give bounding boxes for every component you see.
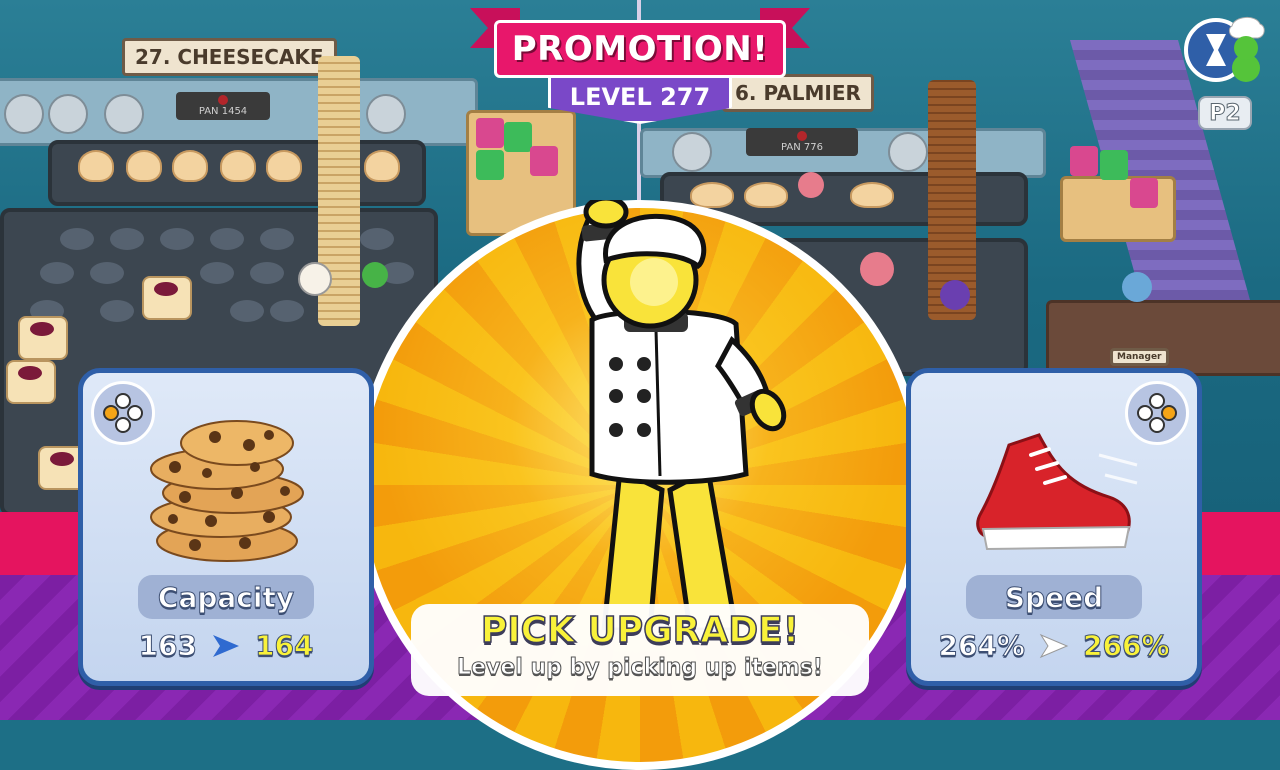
cup bbox=[504, 122, 532, 152]
cup bbox=[1100, 150, 1128, 180]
tray-hole bbox=[230, 300, 264, 322]
tray-hole bbox=[250, 262, 284, 284]
cheesecake-slice bbox=[142, 276, 192, 320]
bun bbox=[172, 150, 208, 182]
customer bbox=[798, 172, 824, 198]
capacity-values: 163 164 bbox=[83, 629, 369, 663]
cookie-stack-icon bbox=[150, 420, 304, 562]
tray-hole bbox=[270, 300, 304, 322]
bun bbox=[126, 150, 162, 182]
capacity-old-value: 163 bbox=[138, 629, 197, 663]
prompt-title: PICK UPGRADE! bbox=[480, 609, 800, 652]
promotion-title: PROMOTION! bbox=[511, 29, 769, 69]
tray-hole bbox=[210, 228, 244, 250]
tray-hole bbox=[100, 300, 134, 322]
tray-hole bbox=[260, 228, 294, 250]
cheesecake-slice bbox=[6, 360, 56, 404]
player-label: P2 bbox=[1198, 96, 1252, 130]
bun bbox=[266, 150, 302, 182]
bun bbox=[364, 150, 400, 182]
bun bbox=[220, 150, 256, 182]
bun bbox=[78, 150, 114, 182]
manager-character bbox=[1122, 272, 1152, 302]
prompt-subtitle: Level up by picking up items! bbox=[457, 655, 824, 681]
station-sign-left: 27. CHEESECAKE bbox=[122, 38, 337, 76]
tray-hole bbox=[40, 262, 74, 284]
upgrade-label-speed: Speed bbox=[966, 575, 1142, 619]
tray-hole bbox=[200, 262, 234, 284]
arrow-right-icon bbox=[1039, 633, 1069, 658]
upgrade-label-capacity: Capacity bbox=[138, 575, 314, 619]
capacity-new-value: 164 bbox=[254, 629, 314, 663]
oven-knob bbox=[672, 132, 712, 172]
upgrade-card-speed[interactable]: Speed 264% 266% bbox=[906, 368, 1202, 686]
speed-new-value: 266% bbox=[1083, 629, 1171, 663]
chef-worker bbox=[940, 280, 970, 310]
player-indicator: P2 bbox=[1182, 14, 1268, 134]
bun bbox=[850, 182, 894, 208]
hourglass-icon bbox=[1184, 17, 1265, 82]
tray-hole bbox=[360, 228, 394, 250]
customer bbox=[362, 262, 388, 288]
oven-knob bbox=[4, 94, 44, 134]
cup bbox=[530, 146, 558, 176]
station-sign-right: 6. PALMIER bbox=[722, 74, 874, 112]
level-text: LEVEL 277 bbox=[569, 83, 711, 111]
sneaker-icon bbox=[976, 433, 1138, 551]
tray-hole bbox=[160, 228, 194, 250]
pan-label-right: PAN 776 bbox=[746, 128, 858, 156]
tray-hole bbox=[110, 228, 144, 250]
oven-knob bbox=[888, 132, 928, 172]
tray-hole bbox=[90, 262, 124, 284]
cup bbox=[476, 150, 504, 180]
speed-old-value: 264% bbox=[938, 629, 1026, 663]
chef-worker bbox=[298, 262, 332, 296]
pan-label-left: PAN 1454 bbox=[176, 92, 270, 120]
cheesecake-slice bbox=[18, 316, 68, 360]
tray-hole bbox=[60, 228, 94, 250]
shelf-right bbox=[1060, 176, 1176, 242]
customer bbox=[860, 252, 894, 286]
cup bbox=[1070, 146, 1098, 176]
manager-sign: Manager bbox=[1110, 348, 1169, 366]
pick-upgrade-prompt: PICK UPGRADE! Level up by picking up ite… bbox=[411, 604, 869, 696]
chef-character-illustration bbox=[576, 200, 787, 630]
cup bbox=[1130, 178, 1158, 208]
speed-values: 264% 266% bbox=[911, 629, 1197, 663]
oven-knob bbox=[104, 94, 144, 134]
upgrade-card-capacity[interactable]: Capacity 163 164 bbox=[78, 368, 374, 686]
cup bbox=[476, 118, 504, 148]
oven-knob bbox=[366, 94, 406, 134]
promotion-banner: PROMOTION! bbox=[494, 20, 786, 78]
arrow-right-icon bbox=[213, 634, 239, 657]
oven-knob bbox=[48, 94, 88, 134]
